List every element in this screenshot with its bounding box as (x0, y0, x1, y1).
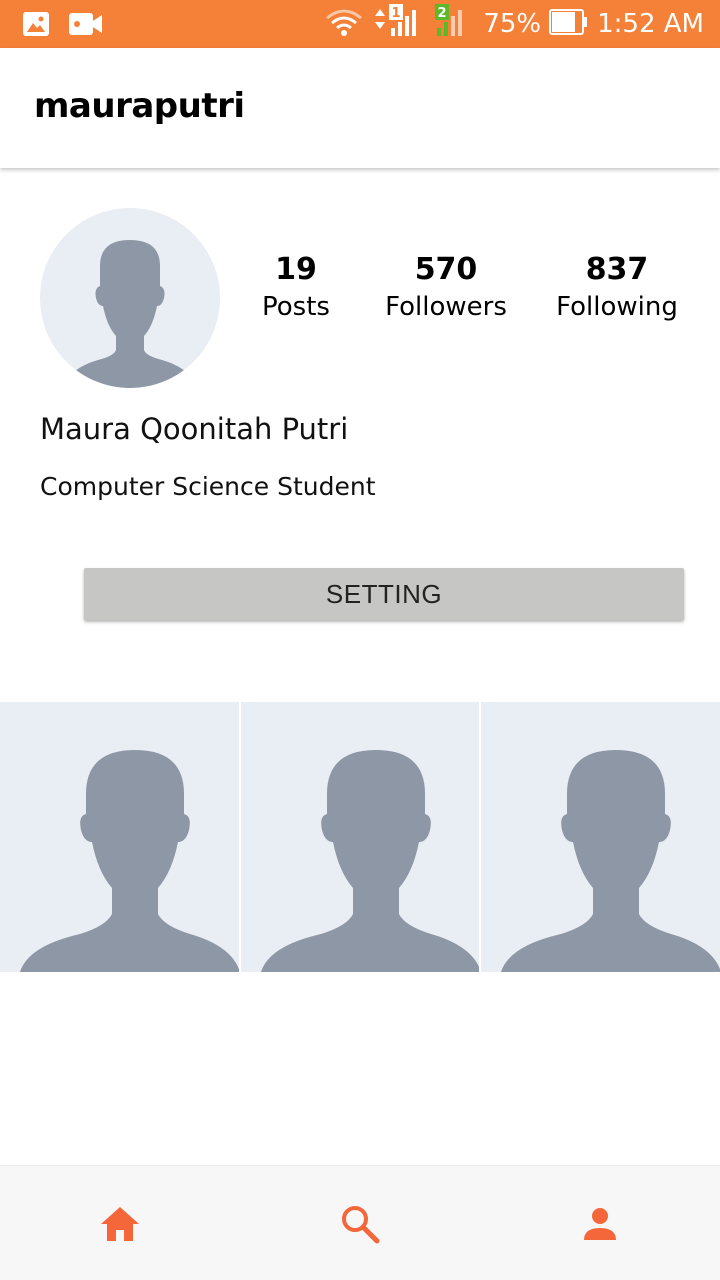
sim1-label: 1 (392, 6, 401, 21)
nav-search-button[interactable] (240, 1166, 480, 1280)
battery-icon (549, 8, 589, 41)
post-thumbnail[interactable] (240, 702, 480, 972)
sim2-signal-icon: 2 (433, 2, 475, 47)
stat-posts[interactable]: 19 Posts (246, 252, 346, 326)
sim2-label: 2 (438, 6, 447, 21)
profile-avatar[interactable] (40, 208, 220, 388)
post-placeholder-icon (501, 750, 720, 972)
post-thumbnail[interactable] (481, 702, 720, 972)
profile-bio: Computer Science Student (40, 472, 376, 501)
post-placeholder-icon (20, 750, 239, 972)
username-title: mauraputri (34, 86, 245, 126)
notification-icons (22, 10, 104, 43)
avatar-placeholder-icon (62, 240, 198, 388)
clock: 1:52 AM (597, 9, 704, 39)
post-thumbnail[interactable] (0, 702, 239, 972)
setting-button[interactable]: SETTING (84, 568, 684, 620)
image-notification-icon (22, 10, 50, 43)
battery-percent: 75% (483, 9, 542, 39)
wifi-icon (325, 6, 363, 43)
followers-label: Followers (385, 292, 507, 322)
search-icon (342, 1205, 380, 1243)
bottom-navigation (0, 1165, 720, 1280)
system-icons: 1 2 75% 1:52 AM (325, 0, 704, 48)
followers-count: 570 (414, 252, 478, 287)
following-label: Following (556, 292, 678, 322)
home-icon (101, 1206, 139, 1241)
posts-count: 19 (275, 252, 317, 287)
nav-home-button[interactable] (0, 1166, 240, 1280)
status-bar: 1 2 75% 1:52 AM (0, 0, 720, 48)
video-notification-icon (68, 10, 104, 43)
app-bar: mauraputri (0, 48, 720, 168)
person-icon (584, 1207, 616, 1240)
post-placeholder-icon (260, 750, 480, 972)
posts-grid (0, 702, 720, 972)
nav-profile-button[interactable] (480, 1166, 720, 1280)
following-count: 837 (585, 252, 649, 287)
sim1-signal-icon: 1 (371, 2, 425, 47)
profile-full-name: Maura Qoonitah Putri (40, 412, 349, 446)
stat-following[interactable]: 837 Following (546, 252, 688, 326)
posts-label: Posts (262, 292, 330, 322)
stat-followers[interactable]: 570 Followers (376, 252, 516, 326)
